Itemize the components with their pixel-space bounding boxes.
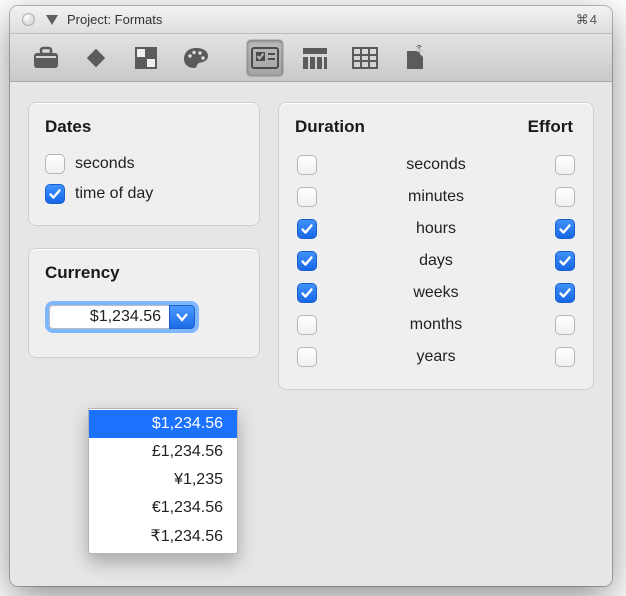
duration-checkbox[interactable] [297,347,317,367]
checkbox-panel-icon[interactable] [247,40,283,76]
currency-select[interactable]: $1,234.56 [45,301,199,333]
chevron-down-icon [169,305,195,329]
dates-checkbox[interactable] [45,154,65,174]
duration-effort-row: weeks [295,277,577,309]
duration-effort-row: seconds [295,149,577,181]
duration-checkbox[interactable] [297,315,317,335]
effort-checkbox[interactable] [555,347,575,367]
dates-label: seconds [75,155,135,173]
currency-option[interactable]: €1,234.56 [89,494,237,522]
currency-option[interactable]: $1,234.56 [89,410,237,438]
toolbar-separator [230,42,231,74]
right-column: Duration Effort seconds minutes hours days w… [278,102,594,566]
duration-effort-row: minutes [295,181,577,213]
effort-heading: Effort [528,117,573,137]
duration-effort-row: years [295,341,577,373]
duration-effort-label: days [331,252,541,270]
duration-effort-row: hours [295,213,577,245]
duration-heading: Duration [295,117,365,137]
duration-effort-label: hours [331,220,541,238]
duration-effort-label: months [331,316,541,334]
dates-group: Dates seconds time of day [28,102,260,226]
currency-heading: Currency [45,263,243,283]
currency-option[interactable]: £1,234.56 [89,438,237,466]
diamond-icon[interactable] [78,40,114,76]
currency-option[interactable]: ₹1,234.56 [89,522,237,550]
duration-effort-row: days [295,245,577,277]
keyboard-shortcut: ⌘4 [576,12,602,28]
dates-heading: Dates [45,117,243,137]
dates-row: time of day [45,179,243,209]
duration-effort-row: months [295,309,577,341]
duration-checkbox[interactable] [297,219,317,239]
duration-checkbox[interactable] [297,155,317,175]
currency-value: $1,234.56 [49,305,169,329]
duration-checkbox[interactable] [297,187,317,207]
effort-checkbox[interactable] [555,219,575,239]
effort-checkbox[interactable] [555,283,575,303]
table-columns-icon[interactable] [297,40,333,76]
effort-checkbox[interactable] [555,187,575,207]
dates-row: seconds [45,149,243,179]
close-button[interactable] [22,13,35,26]
effort-checkbox[interactable] [555,315,575,335]
currency-dropdown[interactable]: $1,234.56£1,234.56¥1,235€1,234.56₹1,234.… [88,408,238,554]
duration-effort-label: weeks [331,284,541,302]
dates-label: time of day [75,185,153,203]
duration-effort-label: minutes [331,188,541,206]
dates-checkbox[interactable] [45,184,65,204]
export-icon[interactable] [397,40,433,76]
duration-checkbox[interactable] [297,283,317,303]
toolbar [10,34,612,82]
grid-icon[interactable] [128,40,164,76]
currency-option[interactable]: ¥1,235 [89,466,237,494]
duration-checkbox[interactable] [297,251,317,271]
inspector-window: Project: Formats ⌘4 [10,6,612,586]
table-icon[interactable] [347,40,383,76]
effort-checkbox[interactable] [555,155,575,175]
duration-effort-label: years [331,348,541,366]
effort-checkbox[interactable] [555,251,575,271]
palette-icon[interactable] [178,40,214,76]
duration-effort-group: Duration Effort seconds minutes hours days w… [278,102,594,390]
titlebar: Project: Formats ⌘4 [10,6,612,34]
window-title: Project: Formats [67,12,576,27]
currency-group: Currency $1,234.56 [28,248,260,358]
disclosure-triangle[interactable] [45,14,59,26]
briefcase-icon[interactable] [28,40,64,76]
duration-effort-label: seconds [331,156,541,174]
